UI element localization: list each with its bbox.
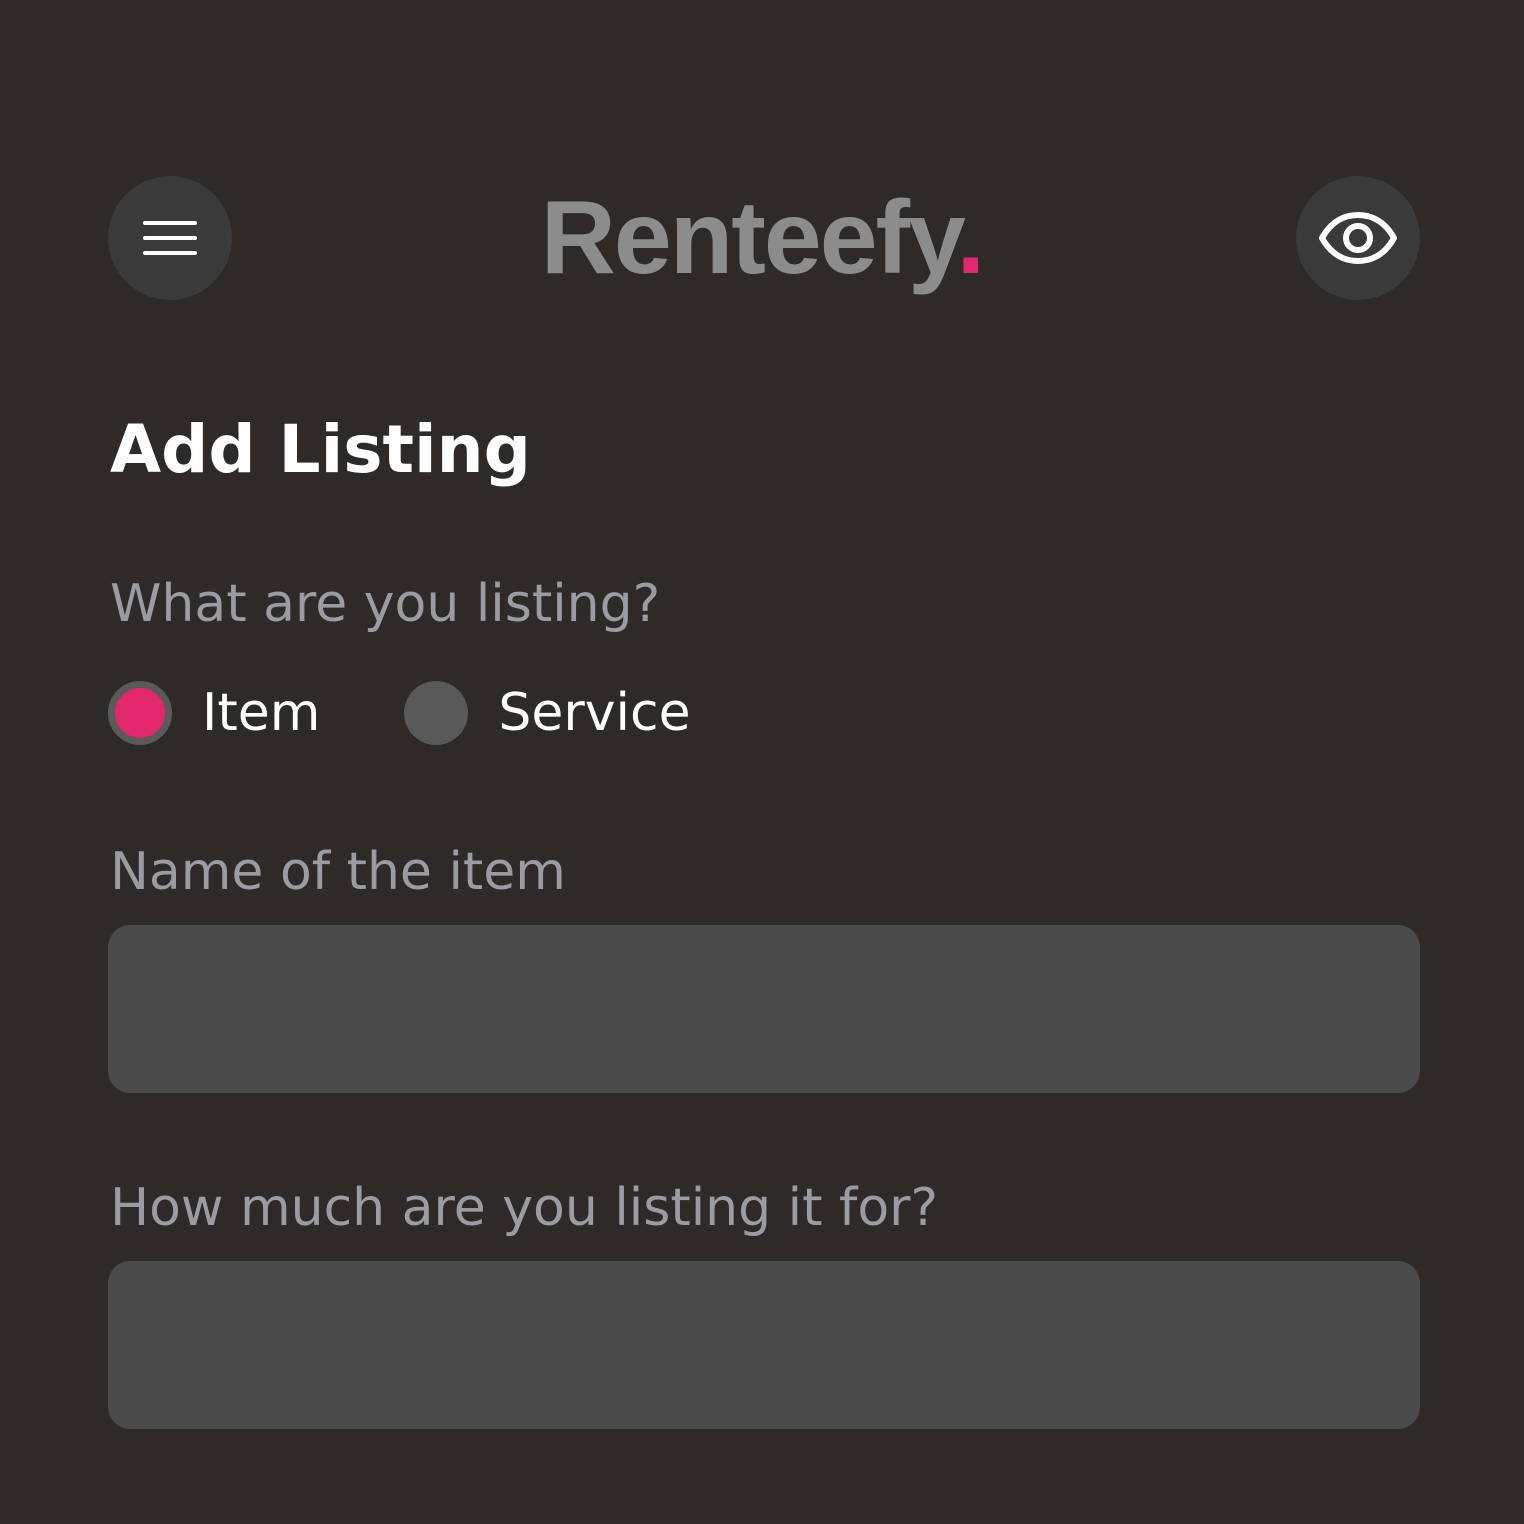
- radio-label-item: Item: [202, 683, 321, 743]
- radio-button-service[interactable]: [404, 681, 469, 745]
- listing-type-radio-group: Item Service: [108, 680, 691, 746]
- price-label: How much are you listing it for?: [110, 1178, 939, 1238]
- preview-button[interactable]: [1296, 176, 1420, 300]
- radio-label-service: Service: [498, 683, 691, 743]
- item-name-label: Name of the item: [110, 842, 566, 902]
- radio-button-item[interactable]: [108, 681, 172, 745]
- radio-option-item[interactable]: Item: [108, 681, 320, 745]
- price-input[interactable]: [108, 1261, 1420, 1429]
- brand-name: Renteefy: [540, 180, 959, 296]
- brand-dot: .: [956, 180, 985, 296]
- page-title: Add Listing: [110, 411, 531, 488]
- item-name-input[interactable]: [108, 925, 1420, 1093]
- radio-option-service[interactable]: Service: [404, 681, 691, 745]
- eye-icon: [1319, 212, 1397, 264]
- listing-type-question: What are you listing?: [110, 574, 661, 634]
